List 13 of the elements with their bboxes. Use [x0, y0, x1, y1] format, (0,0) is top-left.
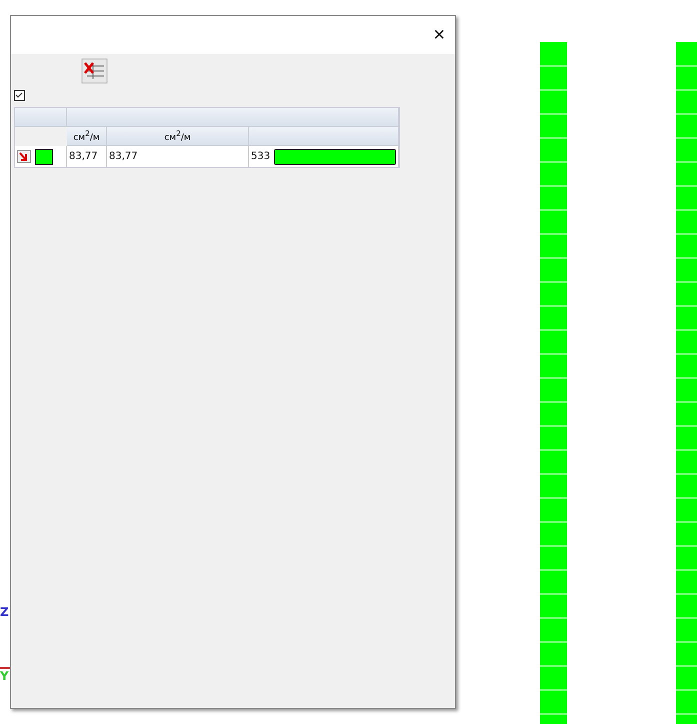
unit-header: см$^{2}$/м	[67, 127, 107, 146]
axis-label: Z	[0, 605, 9, 619]
checkbox[interactable]	[17, 150, 31, 163]
table-cell: 83,77	[69, 151, 98, 162]
close-button[interactable]: ×	[433, 24, 445, 46]
color-swatch[interactable]	[35, 148, 53, 164]
table-cell: 533	[251, 151, 270, 162]
unit-header: см$^{2}$/м	[107, 127, 249, 146]
axis-line	[0, 667, 10, 669]
checkbox-icon[interactable]	[14, 90, 25, 101]
table-delete-icon[interactable]	[81, 58, 108, 84]
axis-label: Y	[0, 669, 9, 683]
table-cell: 83,77	[109, 151, 138, 162]
